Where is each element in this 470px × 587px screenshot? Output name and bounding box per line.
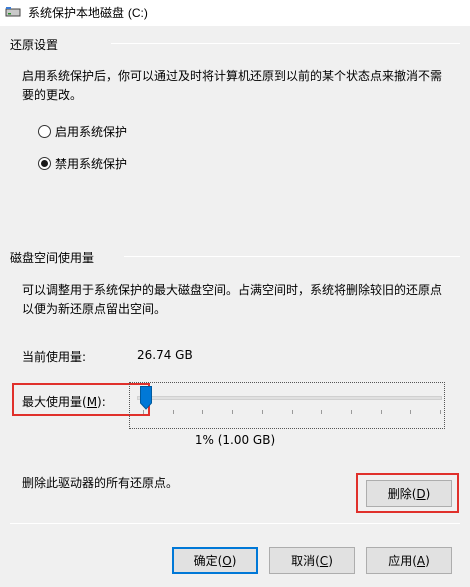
disk-description-line-1: 可以调整用于系统保护的最大磁盘空间。占满空间时，系统将删除较旧的还原点 <box>22 283 443 297</box>
slider-tick <box>262 410 263 414</box>
slider-value-text: 1% (1.00 GB) <box>194 433 276 447</box>
ok-button[interactable]: 确定(O) <box>172 547 258 574</box>
cancel-button-prefix: 取消( <box>291 554 320 568</box>
radio-button-unchecked[interactable] <box>38 124 51 138</box>
delete-button-suffix: ) <box>425 486 431 501</box>
ok-button-prefix: 确定( <box>193 554 223 568</box>
slider-tick <box>440 410 441 414</box>
slider-tick <box>292 410 293 414</box>
disk-usage-description: 可以调整用于系统保护的最大磁盘空间。占满空间时，系统将删除较旧的还原点 以便为新… <box>22 281 462 319</box>
disk-description-line-2: 以便为新还原点留出空间。 <box>22 302 167 316</box>
slider-tick <box>321 410 322 414</box>
footer-divider <box>10 523 460 524</box>
max-usage-label-prefix: 最大使用量( <box>22 395 87 409</box>
disk-usage-divider <box>124 256 460 257</box>
restore-settings-description: 启用系统保护后，你可以通过及时将计算机还原到以前的某个状态点来撤消不需 要的更改… <box>22 67 462 105</box>
max-usage-label-suffix: ): <box>97 395 106 409</box>
slider-tick <box>202 410 203 414</box>
ok-button-accesskey: O <box>222 553 232 568</box>
slider-tick <box>351 410 352 414</box>
window-title-name: 系统保护本地磁盘 <box>28 6 125 20</box>
slider-tick <box>410 410 411 414</box>
delete-description: 删除此驱动器的所有还原点。 <box>22 476 179 490</box>
max-usage-slider-thumb[interactable] <box>139 386 152 410</box>
cancel-button[interactable]: 取消(C) <box>269 547 355 574</box>
restore-description-line-2: 要的更改。 <box>22 88 83 102</box>
delete-button[interactable]: 删除(D) <box>366 480 452 507</box>
cancel-button-accesskey: C <box>319 553 329 568</box>
window-title-drive: (C:) <box>127 6 148 20</box>
ok-button-suffix: ) <box>231 553 237 568</box>
restore-description-line-1: 启用系统保护后，你可以通过及时将计算机还原到以前的某个状态点来撤消不需 <box>22 69 443 83</box>
max-usage-label: 最大使用量(M): <box>22 393 106 410</box>
slider-tick <box>381 410 382 414</box>
drive-icon <box>5 7 21 17</box>
max-usage-accesskey: M <box>86 395 98 409</box>
slider-tick <box>232 410 233 414</box>
radio-enable-protection[interactable]: 启用系统保护 <box>38 121 127 141</box>
window-title: 系统保护本地磁盘 (C:) <box>28 4 148 21</box>
max-usage-slider-focus <box>129 382 445 429</box>
restore-settings-divider <box>111 43 460 44</box>
apply-button[interactable]: 应用(A) <box>366 547 452 574</box>
apply-button-accesskey: A <box>416 553 426 568</box>
cancel-button-suffix: ) <box>328 553 333 568</box>
slider-tick <box>143 410 144 414</box>
current-usage-value: 26.74 GB <box>137 348 193 362</box>
delete-button-prefix: 删除( <box>387 487 417 501</box>
apply-button-suffix: ) <box>425 553 430 568</box>
current-usage-label: 当前使用量: <box>22 350 87 364</box>
radio-disable-label: 禁用系统保护 <box>55 156 128 171</box>
restore-settings-title: 还原设置 <box>10 38 59 52</box>
radio-enable-label: 启用系统保护 <box>55 124 128 139</box>
apply-button-prefix: 应用( <box>388 554 417 568</box>
radio-disable-protection[interactable]: 禁用系统保护 <box>38 153 127 173</box>
disk-usage-title: 磁盘空间使用量 <box>10 251 95 265</box>
delete-button-accesskey: D <box>416 486 426 501</box>
slider-tick <box>173 410 174 414</box>
max-usage-slider-track[interactable] <box>137 396 442 400</box>
radio-button-checked[interactable] <box>38 156 51 170</box>
